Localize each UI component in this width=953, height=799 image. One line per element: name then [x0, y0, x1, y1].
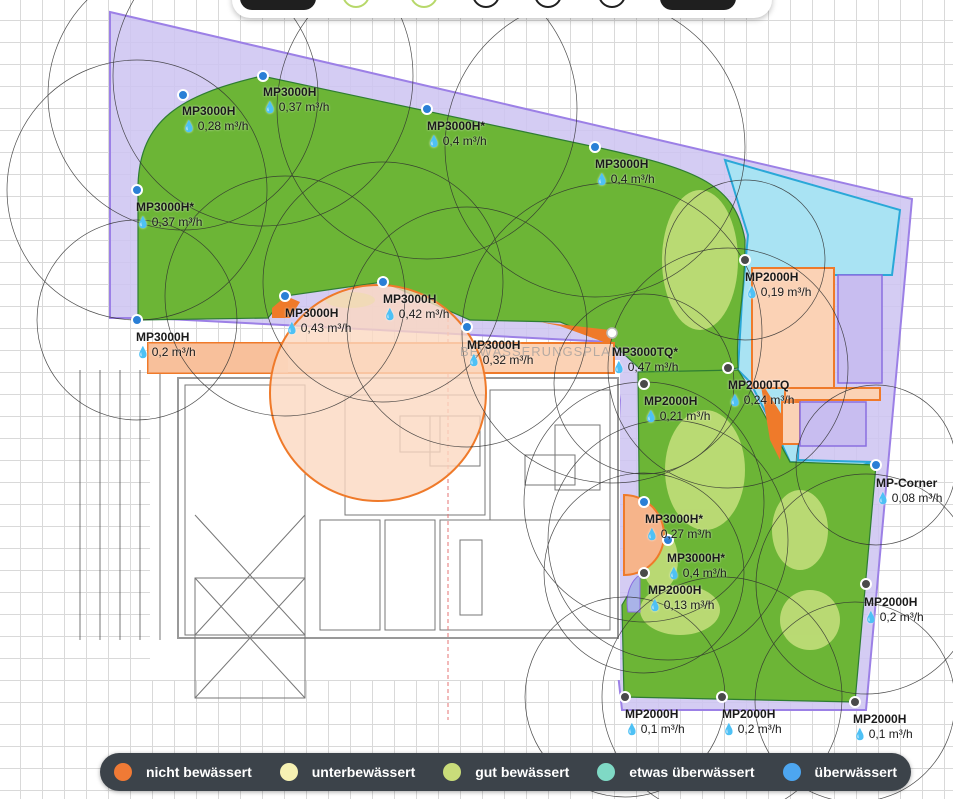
- sprinkler-label[interactable]: MP3000TQ* 💧 0,47 m³/h: [612, 345, 678, 376]
- sprinkler-label[interactable]: MP3000H* 💧 0,4 m³/h: [427, 119, 487, 150]
- droplet-icon: 💧: [648, 600, 662, 612]
- legend-item-slightly-over-watered: etwas überwässert: [597, 763, 755, 781]
- sprinkler-label[interactable]: MP2000TQ 💧 0,24 m³/h: [728, 378, 794, 409]
- bed-rect-2: [799, 401, 867, 447]
- droplet-icon: 💧: [728, 395, 742, 407]
- droplet-icon: 💧: [625, 724, 639, 736]
- sprinkler-label[interactable]: MP3000H* 💧 0,37 m³/h: [136, 200, 202, 231]
- step-area-icon[interactable]: ✎: [342, 0, 370, 8]
- sprinkler-label[interactable]: MP2000H 💧 0,2 m³/h: [864, 595, 924, 626]
- sprinkler-label[interactable]: MP2000H 💧 0,21 m³/h: [644, 394, 710, 425]
- dimension-lines: [79, 370, 161, 640]
- sprinkler-label[interactable]: MP3000H* 💧 0,27 m³/h: [645, 512, 711, 543]
- step-sprinkler-icon[interactable]: ⌂: [410, 0, 438, 8]
- sprinkler-label[interactable]: MP-Corner 💧 0,08 m³/h: [876, 476, 942, 507]
- next-button[interactable]: [660, 0, 736, 10]
- legend-item-over-watered: überwässert: [782, 763, 897, 781]
- step-pipe-icon[interactable]: ?: [472, 0, 500, 8]
- legend-dot: [279, 763, 298, 781]
- legend-dot: [597, 763, 616, 781]
- sprinkler-label[interactable]: MP2000H 💧 0,1 m³/h: [853, 712, 913, 743]
- sprinkler-label[interactable]: MP2000H 💧 0,13 m³/h: [648, 583, 714, 614]
- droplet-icon: 💧: [644, 411, 658, 423]
- droplet-icon: 💧: [467, 355, 481, 367]
- droplet-icon: 💧: [182, 121, 196, 133]
- plan-canvas[interactable]: BEWÄSSERUNGSPLANER MP3000H 💧 0,28 m³/h MP3…: [0, 0, 953, 799]
- step-list-icon[interactable]: ☰: [598, 0, 626, 8]
- droplet-icon: 💧: [876, 493, 890, 505]
- bed-rect-1: [837, 274, 883, 384]
- sprinkler-label[interactable]: MP3000H 💧 0,42 m³/h: [383, 292, 449, 323]
- top-toolbar: ✎ › ⌂ › ? › ◐ › ☰: [232, 0, 772, 18]
- droplet-icon: 💧: [864, 612, 878, 624]
- sprinkler-label[interactable]: MP3000H 💧 0,32 m³/h: [467, 338, 533, 369]
- droplet-icon: 💧: [285, 323, 299, 335]
- legend-item-well-watered: gut bewässert: [443, 763, 569, 781]
- legend-dot: [443, 763, 462, 781]
- sprinkler-label[interactable]: MP2000H 💧 0,19 m³/h: [745, 270, 811, 301]
- sprinkler-label[interactable]: MP2000H 💧 0,1 m³/h: [625, 707, 685, 738]
- droplet-icon: 💧: [745, 287, 759, 299]
- legend-dot: [782, 763, 801, 781]
- sprinkler-label[interactable]: MP3000H* 💧 0,4 m³/h: [667, 551, 727, 582]
- sprinkler-label[interactable]: MP3000H 💧 0,28 m³/h: [182, 104, 248, 135]
- sprinkler-label[interactable]: MP3000H 💧 0,4 m³/h: [595, 157, 655, 188]
- droplet-icon: 💧: [427, 136, 441, 148]
- droplet-icon: 💧: [667, 568, 681, 580]
- legend-item-not-watered: nicht bewässert: [113, 763, 252, 781]
- droplet-icon: 💧: [595, 174, 609, 186]
- droplet-icon: 💧: [722, 724, 736, 736]
- back-button[interactable]: [240, 0, 316, 10]
- droplet-icon: 💧: [383, 309, 397, 321]
- droplet-icon: 💧: [612, 362, 626, 374]
- droplet-icon: 💧: [263, 102, 277, 114]
- droplet-icon: 💧: [136, 217, 150, 229]
- sprinkler-label[interactable]: MP3000H 💧 0,43 m³/h: [285, 306, 351, 337]
- droplet-icon: 💧: [136, 347, 150, 359]
- sprinkler-label[interactable]: MP3000H 💧 0,37 m³/h: [263, 85, 329, 116]
- legend-bar: nicht bewässert unterbewässert gut bewäs…: [100, 753, 911, 791]
- sprinkler-label[interactable]: MP2000H 💧 0,2 m³/h: [722, 707, 782, 738]
- legend-item-under-watered: unterbewässert: [279, 763, 415, 781]
- legend-dot: [113, 763, 132, 781]
- sprinkler-label[interactable]: MP3000H 💧 0,2 m³/h: [136, 330, 196, 361]
- droplet-icon: 💧: [853, 729, 867, 741]
- step-zones-icon[interactable]: ◐: [534, 0, 562, 8]
- droplet-icon: 💧: [645, 529, 659, 541]
